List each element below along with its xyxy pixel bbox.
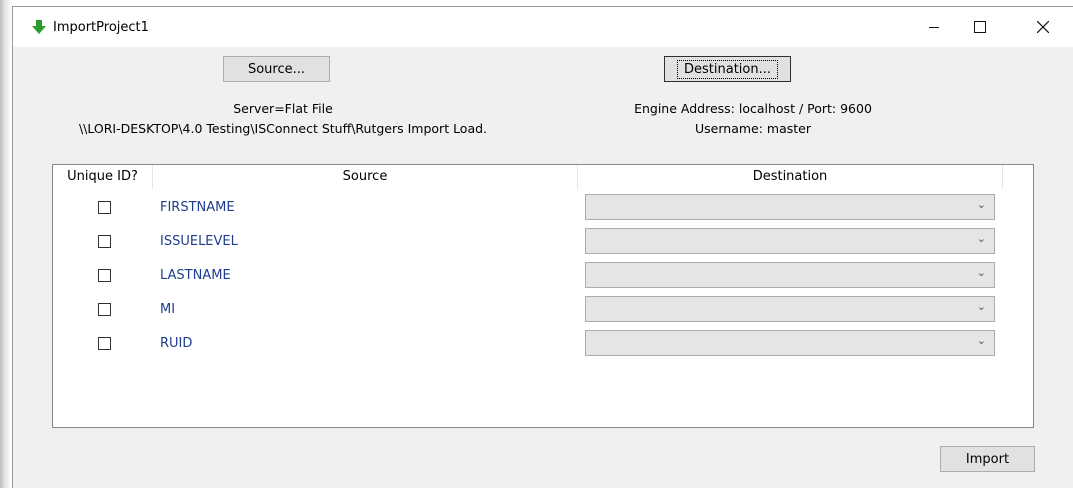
table-row: FIRSTNAME ⌄: [53, 191, 1033, 225]
source-field-name: FIRSTNAME: [160, 200, 235, 215]
import-button[interactable]: Import: [940, 446, 1035, 472]
unique-id-checkbox[interactable]: [98, 235, 111, 248]
grid-header: Unique ID? Source Destination: [53, 165, 1033, 190]
source-button[interactable]: Source...: [223, 56, 330, 82]
table-row: RUID ⌄: [53, 327, 1033, 361]
window-shadow: [0, 0, 12, 488]
green-down-arrow-icon: [32, 20, 46, 34]
destination-combo[interactable]: ⌄: [585, 330, 995, 356]
header-unique-id[interactable]: Unique ID?: [53, 165, 153, 189]
close-button[interactable]: [1020, 7, 1066, 47]
import-project-window: ImportProject1 Source... Destination... …: [12, 6, 1073, 488]
chevron-down-icon: ⌄: [976, 300, 986, 313]
username-label: Username: master: [695, 121, 811, 136]
header-source[interactable]: Source: [153, 165, 578, 189]
unique-id-checkbox[interactable]: [98, 269, 111, 282]
destination-combo[interactable]: ⌄: [585, 194, 995, 220]
title-bar[interactable]: ImportProject1: [13, 7, 1073, 47]
source-field-name: RUID: [160, 336, 193, 351]
minimize-icon: [929, 26, 939, 28]
unique-id-checkbox[interactable]: [98, 201, 111, 214]
destination-combo[interactable]: ⌄: [585, 296, 995, 322]
table-row: MI ⌄: [53, 293, 1033, 327]
maximize-button[interactable]: [957, 7, 1003, 47]
mapping-grid: Unique ID? Source Destination FIRSTNAME …: [52, 164, 1034, 428]
maximize-icon: [974, 21, 986, 33]
chevron-down-icon: ⌄: [976, 198, 986, 211]
header-destination[interactable]: Destination: [578, 165, 1003, 189]
source-field-name: ISSUELEVEL: [160, 234, 238, 249]
destination-button[interactable]: Destination...: [664, 56, 791, 82]
destination-button-label: Destination...: [677, 59, 778, 79]
unique-id-checkbox[interactable]: [98, 303, 111, 316]
chevron-down-icon: ⌄: [976, 232, 986, 245]
engine-address-label: Engine Address: localhost / Port: 9600: [634, 101, 872, 116]
destination-combo[interactable]: ⌄: [585, 262, 995, 288]
source-field-name: MI: [160, 302, 176, 317]
destination-combo[interactable]: ⌄: [585, 228, 995, 254]
unique-id-checkbox[interactable]: [98, 337, 111, 350]
source-field-name: LASTNAME: [160, 268, 231, 283]
window-title: ImportProject1: [53, 20, 149, 35]
table-row: LASTNAME ⌄: [53, 259, 1033, 293]
table-row: ISSUELEVEL ⌄: [53, 225, 1033, 259]
chevron-down-icon: ⌄: [976, 266, 986, 279]
minimize-button[interactable]: [911, 7, 957, 47]
source-server-label: Server=Flat File: [233, 101, 333, 116]
chevron-down-icon: ⌄: [976, 334, 986, 347]
close-icon: [1037, 21, 1049, 33]
source-path-label: \\LORI-DESKTOP\4.0 Testing\ISConnect Stu…: [78, 121, 488, 136]
